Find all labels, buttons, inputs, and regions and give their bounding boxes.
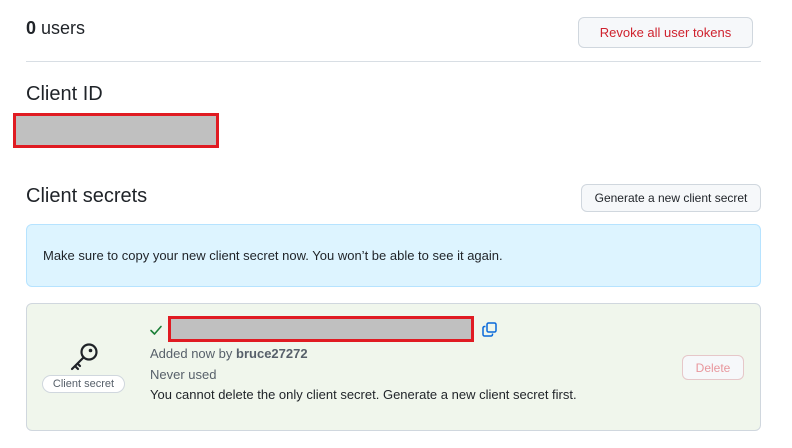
divider (26, 61, 761, 62)
added-prefix: Added now by (150, 346, 233, 361)
users-count-label: users (41, 18, 86, 38)
generate-client-secret-button[interactable]: Generate a new client secret (581, 184, 761, 212)
added-by-user: bruce27272 (236, 346, 308, 361)
delete-secret-button[interactable]: Delete (682, 355, 744, 380)
client-id-value-redacted (13, 113, 219, 148)
users-count-number: 0 (26, 18, 37, 38)
flash-message-text: Make sure to copy your new client secret… (43, 248, 503, 263)
revoke-all-tokens-button[interactable]: Revoke all user tokens (578, 17, 753, 48)
copy-secret-flash-message: Make sure to copy your new client secret… (26, 224, 761, 287)
secret-added-by: Added now by bruce27272 (150, 346, 308, 361)
check-icon (150, 325, 162, 335)
client-secret-badge: Client secret (42, 375, 125, 393)
client-secret-value-redacted (168, 316, 474, 342)
client-secrets-heading: Client secrets (26, 185, 148, 207)
users-count: 0 users (26, 18, 85, 39)
copy-icon[interactable] (482, 322, 497, 337)
secret-usage: Never used (150, 367, 217, 382)
key-icon (70, 343, 98, 371)
client-id-heading: Client ID (26, 83, 103, 105)
delete-restriction-note: You cannot delete the only client secret… (150, 387, 577, 402)
